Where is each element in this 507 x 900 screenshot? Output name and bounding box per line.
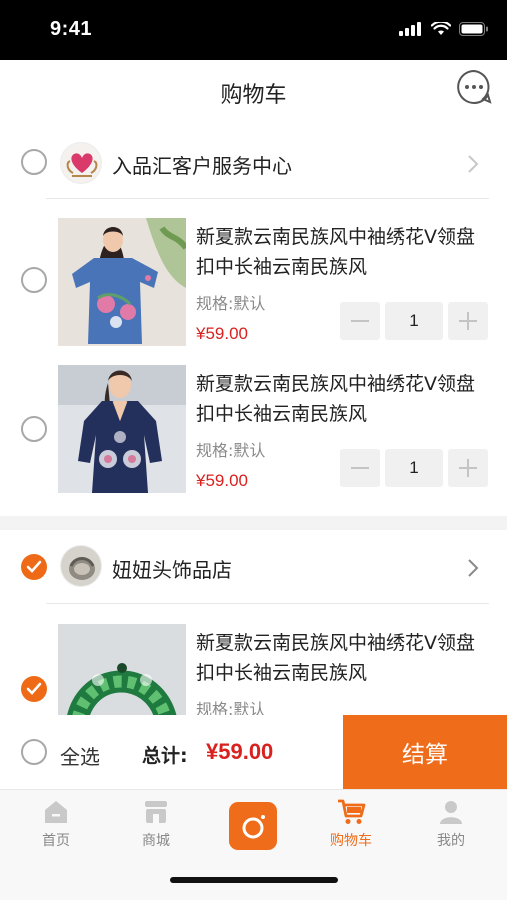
user-icon — [440, 801, 462, 824]
product-price: ¥59.00 — [196, 471, 248, 490]
product-image[interactable] — [58, 218, 186, 346]
total-value: ¥59.00 — [206, 739, 274, 764]
cart-icon — [338, 799, 366, 824]
status-icons — [399, 22, 489, 36]
tab-label: 首页 — [42, 833, 70, 849]
product-spec: 规格:默认 — [196, 700, 266, 715]
chat-button[interactable] — [455, 68, 493, 106]
product-title[interactable]: 新夏款云南民族风中袖绣花V领盘扣中长袖云南民族风 — [196, 628, 486, 688]
store-icon — [145, 801, 167, 823]
tab-cart[interactable]: 购物车 — [311, 798, 391, 850]
decrease-button[interactable] — [340, 302, 380, 340]
tab-home[interactable]: 首页 — [16, 798, 96, 850]
green-headband-image — [58, 624, 186, 715]
cart-item[interactable]: 新夏款云南民族风中袖绣花V领盘扣中长袖云南民族风 规格:默认 ¥59.00 1 — [0, 218, 507, 358]
plus-icon — [459, 459, 477, 477]
cart-item[interactable]: 新夏款云南民族风中袖绣花V领盘扣中长袖云南民族风 规格:默认 ¥59.00 1 — [0, 365, 507, 505]
store-checkbox[interactable] — [21, 554, 47, 580]
tab-label: 商城 — [142, 833, 170, 849]
item-checkbox[interactable] — [21, 416, 47, 442]
battery-icon — [459, 22, 488, 36]
chat-bubble-icon — [457, 69, 492, 104]
store-header[interactable]: 妞妞头饰品店 — [0, 530, 507, 604]
select-all-checkbox[interactable] — [21, 739, 47, 765]
store-logo-icon — [66, 153, 98, 177]
check-icon — [26, 560, 42, 573]
navy-dress-image — [58, 365, 186, 493]
blue-dress-image — [58, 218, 186, 346]
product-price: ¥59.00 — [196, 324, 248, 343]
store-checkbox[interactable] — [21, 149, 47, 175]
wifi-icon — [431, 22, 451, 35]
total-label: 总计: — [142, 745, 188, 767]
minus-icon — [351, 320, 369, 322]
cart-list[interactable]: 入品汇客户服务中心 新夏款云南民族风中袖绣花V领盘扣中长袖云南民族风 规格:默认… — [0, 122, 507, 715]
increase-button[interactable] — [448, 449, 488, 487]
cellular-signal-icon — [399, 22, 421, 36]
increase-button[interactable] — [448, 302, 488, 340]
tab-label: 购物车 — [330, 833, 372, 849]
chevron-right-icon[interactable] — [467, 558, 479, 578]
section-gap — [0, 516, 507, 530]
quantity-stepper: 1 — [340, 449, 488, 487]
store-name: 妞妞头饰品店 — [112, 558, 232, 582]
tab-camera[interactable] — [229, 802, 277, 850]
product-spec: 规格:默认 — [196, 294, 266, 313]
store-name: 入品汇客户服务中心 — [112, 154, 292, 178]
nav-bar: 购物车 — [0, 60, 507, 122]
item-checkbox[interactable] — [21, 267, 47, 293]
camera-icon — [242, 815, 265, 839]
product-image[interactable] — [58, 365, 186, 493]
checkout-bar: 全选 总计: ¥59.00 结算 — [0, 715, 507, 789]
tab-mall[interactable]: 商城 — [116, 798, 196, 850]
check-icon — [26, 682, 42, 695]
divider — [46, 198, 489, 199]
page-title: 购物车 — [220, 83, 287, 108]
tab-me[interactable]: 我的 — [411, 798, 491, 850]
chevron-right-icon[interactable] — [467, 154, 479, 174]
store-logo-icon — [61, 546, 101, 586]
store-header[interactable]: 入品汇客户服务中心 — [0, 126, 507, 200]
checkout-button[interactable]: 结算 — [343, 715, 507, 789]
divider — [46, 603, 489, 604]
tab-label: 我的 — [437, 833, 465, 849]
cart-item[interactable]: 新夏款云南民族风中袖绣花V领盘扣中长袖云南民族风 规格:默认 — [0, 624, 507, 715]
tab-bar: 首页 商城 购物车 我的 — [0, 789, 507, 900]
status-time: 9:41 — [50, 18, 93, 40]
quantity-stepper: 1 — [340, 302, 488, 340]
store-avatar — [60, 142, 102, 184]
product-image[interactable] — [58, 624, 186, 715]
home-icon — [45, 801, 67, 823]
status-bar: 9:41 — [0, 0, 507, 60]
product-title[interactable]: 新夏款云南民族风中袖绣花V领盘扣中长袖云南民族风 — [196, 369, 486, 429]
product-title[interactable]: 新夏款云南民族风中袖绣花V领盘扣中长袖云南民族风 — [196, 222, 486, 282]
product-spec: 规格:默认 — [196, 441, 266, 460]
minus-icon — [351, 467, 369, 469]
decrease-button[interactable] — [340, 449, 380, 487]
item-checkbox[interactable] — [21, 676, 47, 702]
select-all-label[interactable]: 全选 — [60, 741, 100, 770]
store-avatar — [60, 545, 102, 587]
home-indicator — [170, 877, 338, 883]
quantity-value[interactable]: 1 — [385, 449, 443, 487]
quantity-value[interactable]: 1 — [385, 302, 443, 340]
plus-icon — [459, 312, 477, 330]
